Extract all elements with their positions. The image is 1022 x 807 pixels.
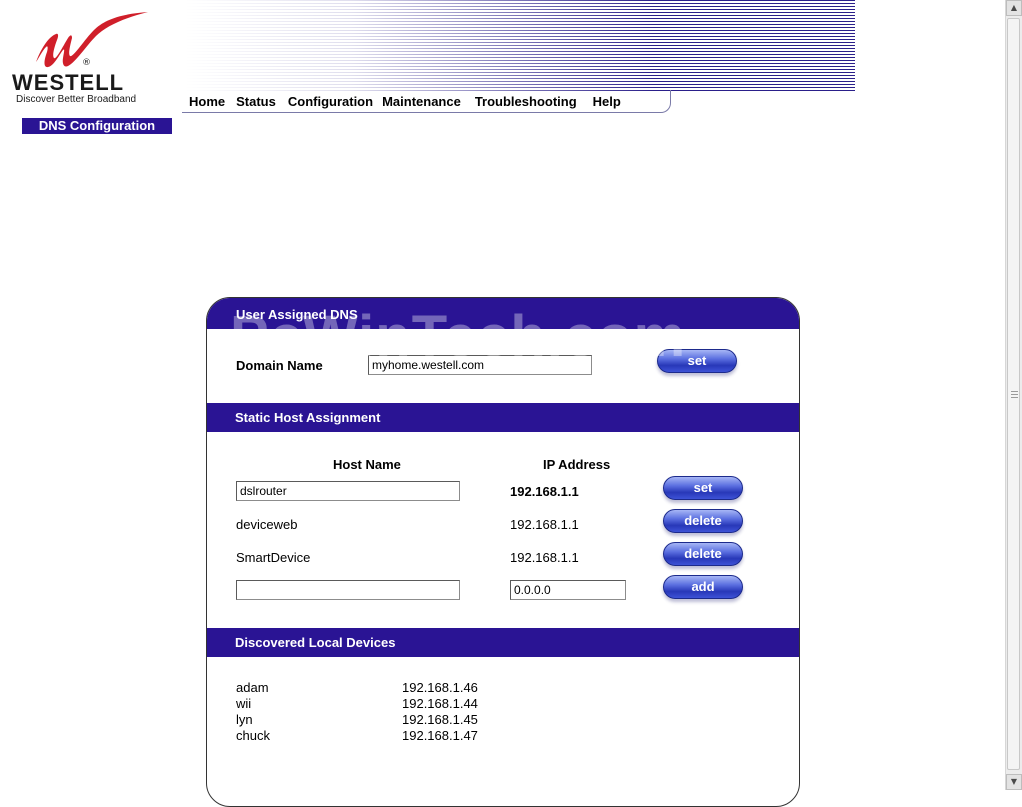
host-set-button[interactable]: set (663, 476, 743, 500)
domain-name-input[interactable] (368, 355, 592, 375)
host-delete-button-1[interactable]: delete (663, 509, 743, 533)
device-name-4: chuck (236, 728, 270, 743)
device-ip-1: 192.168.1.46 (402, 680, 478, 695)
nav-maintenance[interactable]: Maintenance (382, 94, 461, 109)
device-name-2: wii (236, 696, 252, 711)
page-title: DNS Configuration (22, 118, 172, 134)
host-name-input-1[interactable] (236, 481, 460, 501)
host-add-button[interactable]: add (663, 575, 743, 599)
dns-config-panel: User Assigned DNS Domain Name set Static… (206, 297, 800, 807)
device-ip-2: 192.168.1.44 (402, 696, 478, 711)
vertical-scrollbar[interactable]: ▲ ▼ (1005, 0, 1022, 790)
nav-configuration[interactable]: Configuration (288, 94, 373, 109)
ip-address-column-header: IP Address (543, 457, 611, 472)
host-name-3: SmartDevice (236, 550, 311, 565)
nav-troubleshooting[interactable]: Troubleshooting (475, 94, 577, 109)
domain-set-button[interactable]: set (657, 349, 737, 373)
host-name-2: deviceweb (236, 517, 298, 532)
scrollbar-thumb[interactable] (1007, 18, 1020, 770)
device-ip-3: 192.168.1.45 (402, 712, 478, 727)
host-name-column-header: Host Name (333, 457, 401, 472)
host-delete-button-2[interactable]: delete (663, 542, 743, 566)
user-dns-header: User Assigned DNS (207, 298, 799, 329)
host-ip-1: 192.168.1.1 (510, 484, 579, 499)
new-host-ip-input[interactable] (510, 580, 626, 600)
host-ip-3: 192.168.1.1 (510, 550, 579, 565)
new-host-name-input[interactable] (236, 580, 460, 600)
device-name-3: lyn (236, 712, 253, 727)
host-ip-2: 192.168.1.1 (510, 517, 579, 532)
scroll-grip-icon (1011, 391, 1018, 398)
device-name-1: adam (236, 680, 269, 695)
main-nav: Home Status Configuration Maintenance Tr… (182, 90, 671, 113)
header-stripes (185, 0, 855, 92)
domain-name-label: Domain Name (236, 358, 323, 373)
discovered-devices-header: Discovered Local Devices (207, 628, 799, 657)
registered-mark: ® (82, 58, 91, 68)
scroll-up-icon[interactable]: ▲ (1006, 0, 1022, 16)
nav-help[interactable]: Help (593, 94, 621, 109)
scroll-down-icon[interactable]: ▼ (1006, 774, 1022, 790)
brand-name: WESTELL (12, 70, 125, 95)
brand-tagline: Discover Better Broadband (16, 94, 137, 105)
westell-logo[interactable]: ® WESTELL Discover Better Broadband (10, 12, 170, 106)
westell-swoosh-icon (36, 12, 148, 68)
nav-home[interactable]: Home (189, 94, 225, 109)
device-ip-4: 192.168.1.47 (402, 728, 478, 743)
static-host-header: Static Host Assignment (207, 403, 799, 432)
nav-status[interactable]: Status (236, 94, 276, 109)
